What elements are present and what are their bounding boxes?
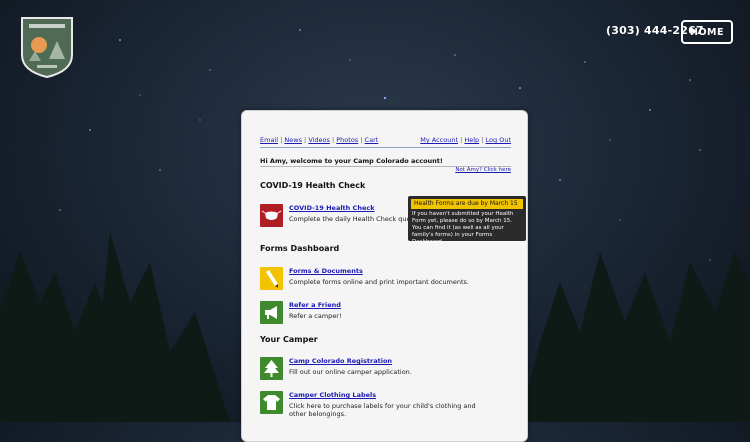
section-heading-camper: Your Camper: [260, 335, 318, 344]
pencil-icon: [260, 267, 283, 290]
camp-registration-link[interactable]: Camp Colorado Registration: [289, 357, 392, 365]
welcome-message: Hi Amy, welcome to your Camp Colorado ac…: [260, 157, 443, 165]
nav-my-account-link[interactable]: My Account: [420, 136, 458, 144]
clothing-labels-item[interactable]: Camper Clothing Labels Click here to pur…: [260, 391, 510, 419]
nav-news-link[interactable]: News: [284, 136, 302, 144]
divider: [260, 147, 511, 148]
notice-body: If you haven't submitted your Health For…: [412, 211, 514, 245]
covid-health-check-link[interactable]: COVID-19 Health Check: [289, 204, 375, 212]
clothing-labels-desc: Click here to purchase labels for your c…: [289, 402, 476, 418]
nav-help-link[interactable]: Help: [464, 136, 479, 144]
nav-logout-link[interactable]: Log Out: [486, 136, 511, 144]
forms-documents-desc: Complete forms online and print importan…: [289, 278, 469, 286]
mask-icon: [260, 204, 283, 227]
health-forms-notice: Health Forms are due by March 15 If you …: [408, 196, 526, 245]
nav-cart-link[interactable]: Cart: [365, 136, 379, 144]
clothing-labels-link[interactable]: Camper Clothing Labels: [289, 391, 376, 399]
shirt-icon: [260, 391, 283, 414]
forms-documents-item[interactable]: Forms & Documents Complete forms online …: [260, 267, 510, 295]
section-heading-covid: COVID-19 Health Check: [260, 181, 366, 190]
nav-email-link[interactable]: Email: [260, 136, 278, 144]
section-heading-forms: Forms Dashboard: [260, 244, 340, 253]
refer-friend-link[interactable]: Refer a Friend: [289, 301, 341, 309]
nav-videos-link[interactable]: Videos: [308, 136, 330, 144]
refer-friend-item[interactable]: Refer a Friend Refer a camper!: [260, 301, 510, 329]
camp-logo[interactable]: [19, 15, 75, 79]
account-nav: Email | News | Videos | Photos | Cart My…: [260, 136, 511, 144]
home-button[interactable]: HOME: [681, 20, 733, 44]
refer-friend-desc: Refer a camper!: [289, 312, 342, 320]
not-amy-link[interactable]: Not Amy? Click here: [455, 167, 511, 173]
tree-icon: [260, 357, 283, 380]
account-panel: Email | News | Videos | Photos | Cart My…: [241, 110, 528, 442]
nav-photos-link[interactable]: Photos: [336, 136, 358, 144]
megaphone-icon: [260, 301, 283, 324]
notice-heading: Health Forms are due by March 15: [411, 199, 523, 209]
camp-registration-desc: Fill out our online camper application.: [289, 368, 412, 376]
forms-documents-link[interactable]: Forms & Documents: [289, 267, 363, 275]
camp-registration-item[interactable]: Camp Colorado Registration Fill out our …: [260, 357, 510, 385]
